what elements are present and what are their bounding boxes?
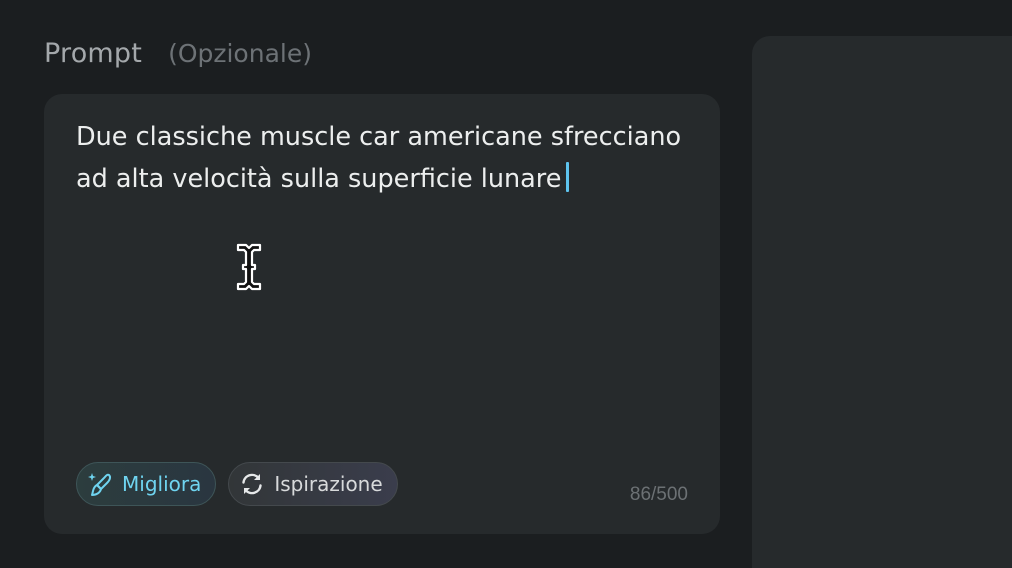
- refresh-icon: [242, 473, 263, 495]
- inspiration-label: Ispirazione: [274, 472, 383, 496]
- optional-label: (Opzionale): [168, 39, 312, 68]
- character-counter: 86/500: [629, 484, 688, 505]
- prompt-text-content[interactable]: Due classiche muscle car americane sfrec…: [76, 116, 686, 200]
- improve-label: Migliora: [122, 472, 202, 496]
- page: Prompt (Opzionale) Due classiche muscle …: [0, 0, 1012, 568]
- text-caret: [566, 162, 570, 192]
- prompt-textarea[interactable]: Due classiche muscle car americane sfrec…: [44, 94, 720, 534]
- ibeam-cursor-icon: [236, 243, 262, 291]
- prompt-actions: Migliora Ispirazione: [76, 462, 398, 506]
- preview-panel: [752, 36, 1012, 568]
- prompt-label-row: Prompt (Opzionale): [44, 38, 312, 69]
- prompt-text: Due classiche muscle car americane sfrec…: [76, 122, 682, 194]
- magic-wand-icon: [88, 473, 112, 496]
- prompt-label: Prompt: [44, 38, 143, 69]
- improve-button[interactable]: Migliora: [76, 462, 217, 506]
- inspiration-button[interactable]: Ispirazione: [228, 462, 398, 506]
